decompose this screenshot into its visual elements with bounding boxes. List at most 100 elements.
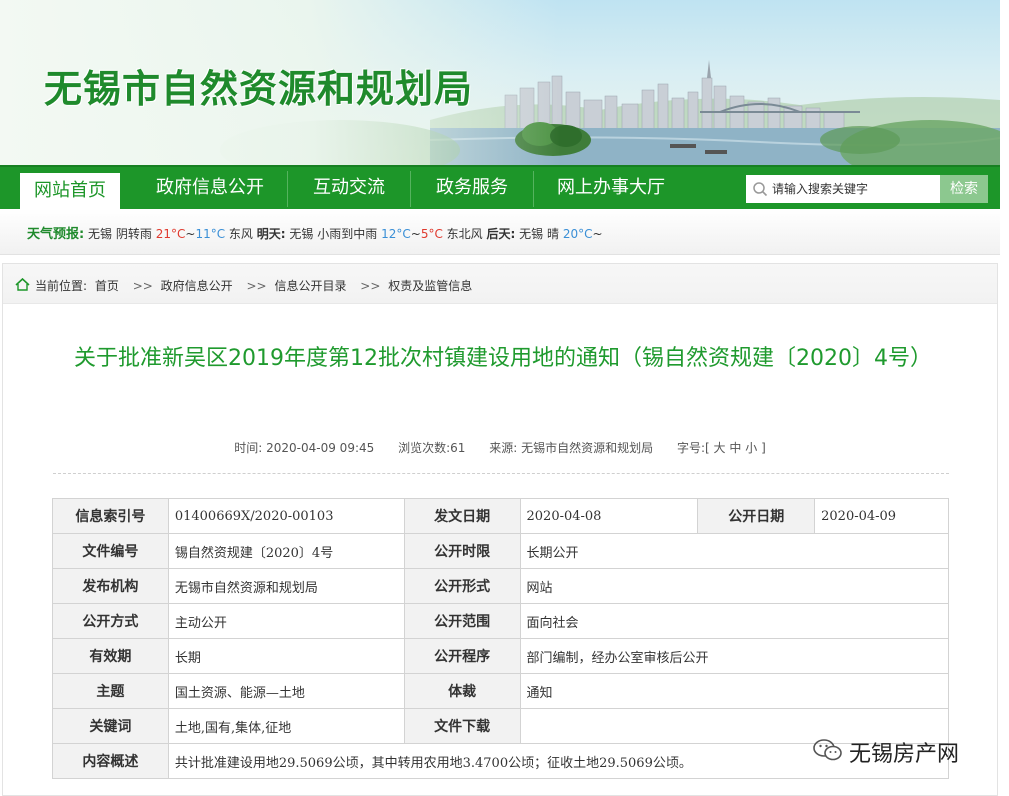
cell-term-value: 长期公开 [519,533,949,569]
breadcrumb-separator: >> [246,279,267,293]
cell-term-label: 公开时限 [403,533,521,569]
home-icon [15,278,30,291]
nav-tab-gov-services[interactable]: 政务服务 [414,167,530,209]
wechat-icon [813,739,842,761]
weather-range-sep: ~ [410,227,421,241]
meta-fontsize-close: ] [761,441,766,455]
main-nav: 网站首页 政府信息公开 互动交流 政务服务 网上办事大厅 检索 [0,165,1000,211]
table-row: 公开方式 主动公开 公开范围 面向社会 [52,603,949,639]
breadcrumb-current[interactable]: 权责及监管信息 [388,279,472,293]
meta-time: 2020-04-09 09:45 [266,441,375,455]
meta-time-label: 时间: [234,441,263,455]
cell-issue-date-label: 发文日期 [403,498,521,534]
weather-today-low: 11°C [195,227,226,241]
cell-publish-date-value: 2020-04-09 [814,498,949,534]
breadcrumb-text: 当前位置: 首页 >> 政府信息公开 >> 信息公开目录 >> 权责及监管信息 [35,277,476,294]
weather-row: 天气预报: 无锡 阴转雨 21°C ~11°C 东风 明天: 无锡 小雨到中雨 1… [27,223,603,242]
meta-views-label: 浏览次数: [398,441,451,455]
weather-dayafter-condition: 晴 [546,227,559,241]
cell-scope-label: 公开范围 [403,603,521,639]
meta-source: 无锡市自然资源和规划局 [521,441,654,455]
breadcrumb-separator: >> [132,279,153,293]
cell-doc-no-value: 锡自然资规建〔2020〕4号 [167,533,405,569]
cell-form-label: 公开形式 [403,568,521,604]
table-row: 主题 国土资源、能源—土地 体裁 通知 [52,673,949,709]
cell-keywords-label: 关键词 [52,708,169,744]
info-table: 信息索引号 01400669X/2020-00103 发文日期 2020-04-… [52,498,950,779]
cell-procedure-label: 公开程序 [403,638,521,674]
meta-fontsize-label: 字号: [676,441,706,455]
weather-tomorrow-city: 无锡 [289,227,314,241]
weather-dayafter-high: 20°C [562,227,593,241]
weather-today-city: 无锡 [88,227,113,241]
cell-topic-value: 国土资源、能源—土地 [167,673,405,709]
breadcrumb-catalog[interactable]: 信息公开目录 [274,279,346,293]
weather-range-sep: ~ [592,227,603,241]
search-input[interactable] [772,175,938,203]
cell-method-label: 公开方式 [52,603,169,639]
weather-tomorrow-high: 12°C [381,227,411,241]
weather-today-high: 21°C [155,227,186,241]
nav-tab-home[interactable]: 网站首页 [20,173,120,211]
cell-procedure-value: 部门编制，经办公室审核后公开 [519,638,949,674]
cell-index-value: 01400669X/2020-00103 [167,498,405,534]
nav-separator [287,171,288,207]
meta-source-label: 来源: [489,441,518,455]
cell-topic-label: 主题 [52,673,169,709]
search-icon [753,182,768,197]
weather-today-condition: 阴转雨 [115,227,152,241]
table-row: 有效期 长期 公开程序 部门编制，经办公室审核后公开 [52,638,949,674]
meta-fontsize-open: [ [705,441,710,455]
cell-validity-label: 有效期 [52,638,169,674]
meta-views: 61 [450,441,466,455]
weather-tomorrow-condition: 小雨到中雨 [317,227,378,241]
cell-org-value: 无锡市自然资源和规划局 [167,568,405,604]
cell-publish-date-label: 公开日期 [697,498,816,534]
weather-dayafter-city: 无锡 [519,227,544,241]
weather-today-wind: 东风 [228,227,253,241]
search-box: 检索 [746,175,988,203]
cell-genre-label: 体裁 [403,673,521,709]
nav-tab-online-hall[interactable]: 网上办事大厅 [540,167,682,209]
nav-tab-interaction[interactable]: 互动交流 [292,167,406,209]
weather-label: 天气预报: [27,227,85,242]
table-row: 信息索引号 01400669X/2020-00103 发文日期 2020-04-… [52,498,949,534]
table-row: 文件编号 锡自然资规建〔2020〕4号 公开时限 长期公开 [52,533,949,569]
breadcrumb-gov-info[interactable]: 政府信息公开 [161,279,233,293]
cell-summary-label: 内容概述 [52,743,169,779]
article-meta: 时间: 2020-04-09 09:45 浏览次数:61 来源: 无锡市自然资源… [3,439,997,456]
weather-tomorrow-wind: 东北风 [446,227,483,241]
font-size-small-button[interactable]: 小 [745,441,757,455]
table-row: 发布机构 无锡市自然资源和规划局 公开形式 网站 [52,568,949,604]
weather-tomorrow-label: 明天: [256,227,286,241]
breadcrumb-prefix: 当前位置: [35,279,88,293]
breadcrumb-separator: >> [360,279,381,293]
cell-doc-no-label: 文件编号 [52,533,169,569]
watermark-text: 无锡房产网 [849,742,960,767]
divider [53,473,949,474]
cell-genre-value: 通知 [519,673,949,709]
font-size-large-button[interactable]: 大 [714,441,726,455]
search-button[interactable]: 检索 [940,175,988,203]
breadcrumb-home[interactable]: 首页 [95,279,119,293]
cell-issue-date-value: 2020-04-08 [519,498,699,534]
article-title: 关于批准新吴区2019年度第12批次村镇建设用地的通知（锡自然资规建〔2020〕… [74,346,932,371]
site-banner: 无锡市自然资源和规划局 [0,0,1000,165]
cell-validity-value: 长期 [167,638,405,674]
font-size-medium-button[interactable]: 中 [729,441,741,455]
cell-keywords-value: 土地,国有,集体,征地 [167,708,405,744]
nav-tab-gov-info[interactable]: 政府信息公开 [138,167,282,209]
cell-scope-value: 面向社会 [519,603,949,639]
cell-org-label: 发布机构 [52,568,169,604]
weather-tomorrow-low: 5°C [420,227,443,241]
cell-index-label: 信息索引号 [52,498,169,534]
weather-dayafter-label: 后天: [486,227,516,241]
nav-separator [410,171,411,207]
cell-method-value: 主动公开 [167,603,405,639]
breadcrumb: 当前位置: 首页 >> 政府信息公开 >> 信息公开目录 >> 权责及监管信息 [3,264,997,304]
site-title: 无锡市自然资源和规划局 [44,67,474,111]
cell-download-label: 文件下载 [403,708,521,744]
nav-separator [533,171,534,207]
cell-form-value: 网站 [519,568,949,604]
weather-bar: 天气预报: 无锡 阴转雨 21°C ~11°C 东风 明天: 无锡 小雨到中雨 1… [0,209,1000,255]
